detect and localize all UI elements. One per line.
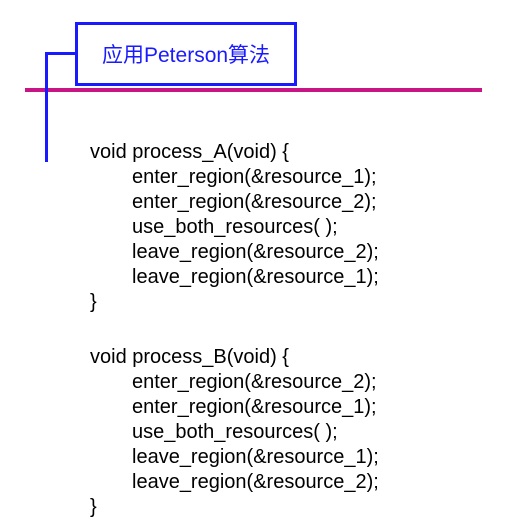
code-line: use_both_resources( ); xyxy=(90,420,379,445)
code-line: use_both_resources( ); xyxy=(90,215,379,240)
code-line: enter_region(&resource_1); xyxy=(90,165,379,190)
code-line: void process_B(void) { xyxy=(90,345,379,370)
code-line: leave_region(&resource_1); xyxy=(90,445,379,470)
code-line: enter_region(&resource_2); xyxy=(90,190,379,215)
code-block-process-a: void process_A(void) { enter_region(&res… xyxy=(90,140,379,315)
code-line: leave_region(&resource_2); xyxy=(90,470,379,495)
code-line: enter_region(&resource_1); xyxy=(90,395,379,420)
code-line: leave_region(&resource_1); xyxy=(90,265,379,290)
code-block-process-b: void process_B(void) { enter_region(&res… xyxy=(90,345,379,520)
code-line: } xyxy=(90,290,379,315)
code-line: void process_A(void) { xyxy=(90,140,379,165)
title-box: 应用Peterson算法 xyxy=(75,22,297,86)
connector-line-horizontal xyxy=(45,52,77,55)
code-line: } xyxy=(90,495,379,520)
code-line: enter_region(&resource_2); xyxy=(90,370,379,395)
connector-line-vertical xyxy=(45,52,48,162)
code-line: leave_region(&resource_2); xyxy=(90,240,379,265)
separator-line xyxy=(25,88,482,92)
title-text: 应用Peterson算法 xyxy=(102,44,270,67)
